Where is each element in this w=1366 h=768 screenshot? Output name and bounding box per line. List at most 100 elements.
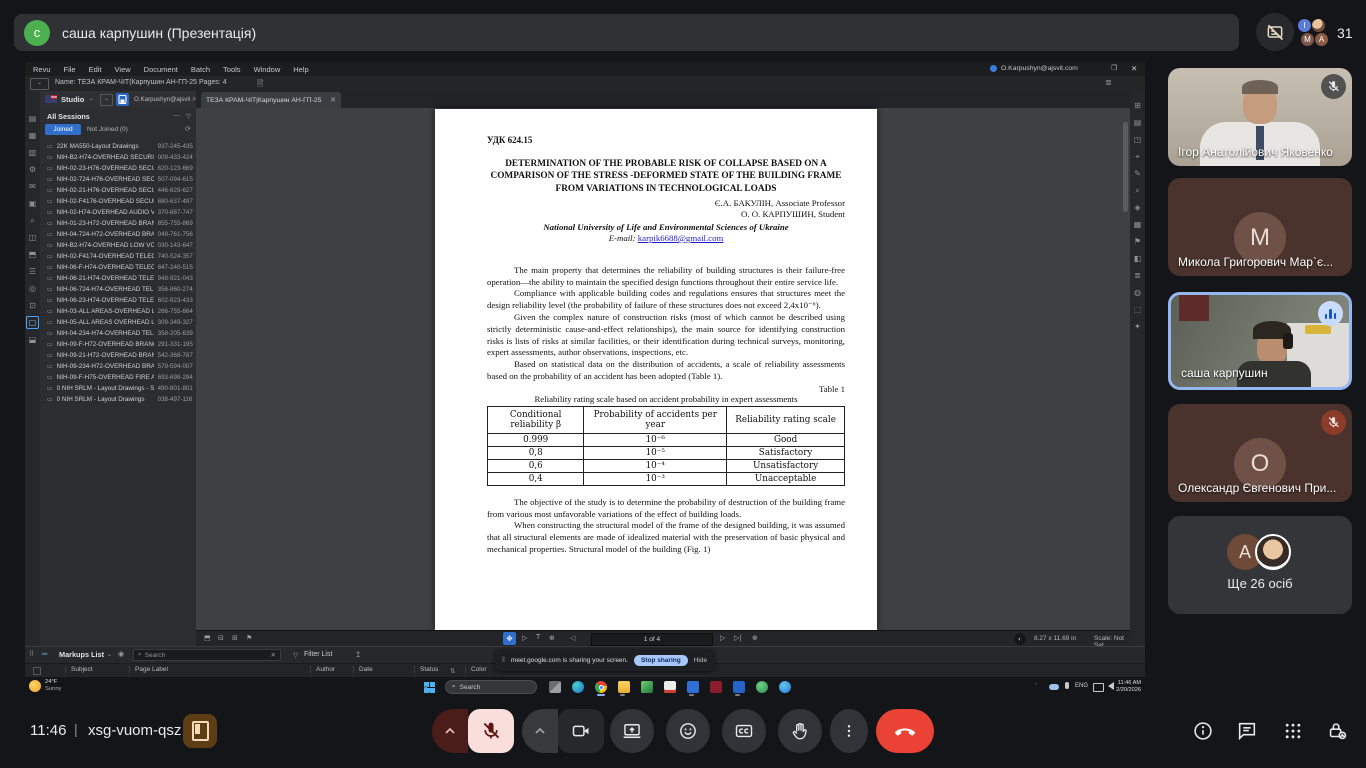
flag-icon[interactable]: ⚑ (246, 634, 252, 642)
present-button[interactable] (610, 709, 654, 753)
page-style-dropdown[interactable]: ⌄ (30, 78, 49, 90)
tray-clock[interactable]: 11:46 AM 2/20/2026 (1116, 680, 1141, 694)
doc-scrollbar[interactable] (1123, 122, 1128, 212)
panel-tab-icon[interactable]: ✎ (1131, 167, 1144, 180)
mic-options-button[interactable] (432, 709, 468, 753)
taskbar-search[interactable]: ⌕ Search (445, 680, 537, 694)
zoom-in-icon[interactable]: ⊕ (752, 634, 758, 642)
column-header[interactable]: Date (353, 666, 373, 673)
language-indicator[interactable]: ENG (1075, 683, 1088, 689)
pan-tool-active[interactable]: ✥ (503, 632, 516, 645)
meeting-details-button[interactable] (1190, 718, 1216, 744)
prev-page-icon[interactable]: ◁ (570, 634, 575, 642)
more-options-button[interactable] (830, 709, 868, 753)
text-select-icon[interactable]: T (536, 634, 540, 641)
session-list-item[interactable]: ▭ NIH-02-H74-OVERHEAD AUDIO VISUAL... 37… (40, 207, 196, 218)
panel-tab-icon[interactable]: ◈ (1131, 201, 1144, 214)
panel-tab-icon[interactable]: ▥ (26, 146, 39, 159)
studio-sync-icon[interactable] (116, 93, 129, 106)
activities-button[interactable] (1280, 718, 1306, 744)
panel-tab-icon[interactable]: ✦ (1131, 320, 1144, 333)
studio-label[interactable]: Studio (61, 95, 84, 104)
select-tool-icon[interactable]: ▷ (522, 634, 527, 642)
session-list-item[interactable]: ▭ NIH-05-ALL AREAS OVERHEAD LV AUDI... 3… (40, 317, 196, 328)
export-icon[interactable]: ↥ (355, 650, 361, 659)
markups-dropdown-icon[interactable]: ⌄ (107, 651, 112, 658)
drag-handle-icon[interactable]: ‖ (502, 657, 505, 664)
panel-tab-icon[interactable]: ◍ (1131, 286, 1144, 299)
session-list-item[interactable]: ▭ NIH-02-21-H76-OVERHEAD SECURITY L... 4… (40, 185, 196, 196)
speaker-icon[interactable] (1108, 682, 1114, 690)
file-explorer-icon[interactable] (618, 681, 630, 693)
studio-dropdown-icon[interactable]: ⌄ (89, 95, 94, 102)
panel-tab-icon[interactable]: ▦ (26, 129, 39, 142)
zoom-tool-icon[interactable]: ⊕ (549, 634, 555, 642)
session-list-item[interactable]: ▭ NIH-09-21-H72-OVERHEAD BRANCH PU... 54… (40, 350, 196, 361)
reactions-button[interactable] (666, 709, 710, 753)
chrome-icon[interactable] (595, 681, 607, 693)
panel-tab-icon[interactable]: ⌕ (1131, 184, 1144, 197)
panel-tab-icon[interactable]: ▦ (1131, 218, 1144, 231)
session-list-item[interactable]: ▭ NIH-06-21-H74-OVERHEAD TELECOM-L... 94… (40, 273, 196, 284)
pinned-app-icon[interactable] (710, 681, 722, 693)
active-doc-tab[interactable]: ТЕЗА КРАМ-ЧІТ|Карпушин АН-ГП-25 ✕ (201, 92, 341, 108)
participant-tile-self[interactable]: саша карпушин (1168, 292, 1352, 390)
last-page-icon[interactable]: ▷| (734, 634, 741, 642)
panel-tab-icon[interactable]: ◎ (26, 282, 39, 295)
session-filter-icon[interactable]: ▽ (186, 112, 191, 120)
panel-tab-icon[interactable]: ◧ (1131, 252, 1144, 265)
weather-widget[interactable]: 24°F Sunny (29, 679, 61, 693)
pinned-app-icon[interactable] (779, 681, 791, 693)
page-number-box[interactable]: 1 of 4 (591, 633, 713, 646)
panel-tab-icon[interactable]: ⚙ (26, 163, 39, 176)
menu-item[interactable]: Revu (33, 65, 51, 74)
select-all-checkbox[interactable] (33, 667, 41, 675)
menu-item[interactable]: Tools (223, 65, 241, 74)
session-list-item[interactable]: ▭ NIH-09-234-H72-OVERHEAD BRANCH PO... 5… (40, 361, 196, 372)
edge-icon[interactable] (572, 681, 584, 693)
panel-tab-icon[interactable]: ⚑ (1131, 235, 1144, 248)
session-list-item[interactable]: ▭ NIH-02-23-H76-OVERHEAD SECURITY L... 6… (40, 163, 196, 174)
session-list-item[interactable]: ▭ NIH-04-724-H72-OVERHEAD BRANCH PO... 0… (40, 229, 196, 240)
stop-sharing-button[interactable]: Stop sharing (634, 655, 688, 666)
grid-view-icon[interactable]: ⊞ (232, 634, 238, 642)
revu-right-panel-tabs[interactable]: ⊞▤◳⌖✎⌕◈▦⚑◧≣◍⬚✦ (1130, 91, 1145, 647)
panel-tab-icon[interactable]: ⬚ (1131, 303, 1144, 316)
markups-title[interactable]: Markups List (59, 650, 104, 659)
participants-chip[interactable]: I М А 31 (1297, 16, 1353, 50)
captions-off-button[interactable] (1256, 13, 1294, 51)
panel-tab-icon[interactable]: ⌕ (26, 214, 39, 227)
meeting-room-button[interactable] (183, 714, 217, 748)
column-header[interactable]: Subject (65, 666, 93, 673)
panel-tab-icon[interactable]: ◳ (1131, 133, 1144, 146)
visibility-eye-icon[interactable]: ◉ (118, 650, 124, 658)
column-header[interactable]: Status (414, 666, 438, 673)
filter-list-button[interactable]: Filter List (304, 651, 332, 658)
markups-search-box[interactable]: ⌕ Search ✕ (133, 649, 281, 661)
session-list-item[interactable]: ▭ 0 NIH SRLM - Layout Drawings 038-497-1… (40, 394, 196, 405)
panel-tab-icon[interactable]: ▤ (1131, 116, 1144, 129)
host-controls-button[interactable] (1324, 718, 1350, 744)
session-list-item[interactable]: ▭ NIH-06-23-H74-OVERHEAD TELECOM L... 60… (40, 295, 196, 306)
more-participants-tile[interactable]: A Ще 26 осіб (1168, 516, 1352, 614)
panel-tab-icon[interactable]: ✉ (26, 180, 39, 193)
camera-options-button[interactable] (522, 709, 558, 753)
pinned-app-icon[interactable] (641, 681, 653, 693)
dark-mode-toggle[interactable]: ◐ (1014, 633, 1026, 645)
close-window-icon[interactable]: ✕ (1131, 64, 1137, 73)
doc-tab-close-icon[interactable]: ✕ (330, 96, 336, 104)
split-view-icon[interactable]: ⊟ (218, 634, 224, 642)
menu-item[interactable]: Window (254, 65, 281, 74)
panel-tab-icon[interactable]: ≣ (1131, 269, 1144, 282)
menu-item[interactable]: Help (293, 65, 308, 74)
session-list-item[interactable]: ▭ NIH-B2-H74-OVERHEAD SECURITY - LEV 009… (40, 152, 196, 163)
account-email[interactable]: O.Karpushyn@ajsvit.com (1001, 65, 1078, 72)
chat-button[interactable] (1234, 718, 1260, 744)
session-list-item[interactable]: ▭ NIH-02-724-H76-OVERHEAD SECURITY... 50… (40, 174, 196, 185)
session-list-item[interactable]: ▭ NIH-09-F-H72-OVERHEAD BRANCH PO 291-33… (40, 339, 196, 350)
column-header[interactable]: Page Label (129, 666, 168, 673)
session-list-item[interactable]: ▭ NIH-02-F4176-OVERHEAD SECURITY-LE... 8… (40, 196, 196, 207)
menu-item[interactable]: Document (144, 65, 178, 74)
session-list-item[interactable]: ▭ 22K MA550-Layout Drawings 937-245-435 (40, 141, 196, 152)
thumbnail-view-icon[interactable]: ⬒ (204, 634, 211, 642)
